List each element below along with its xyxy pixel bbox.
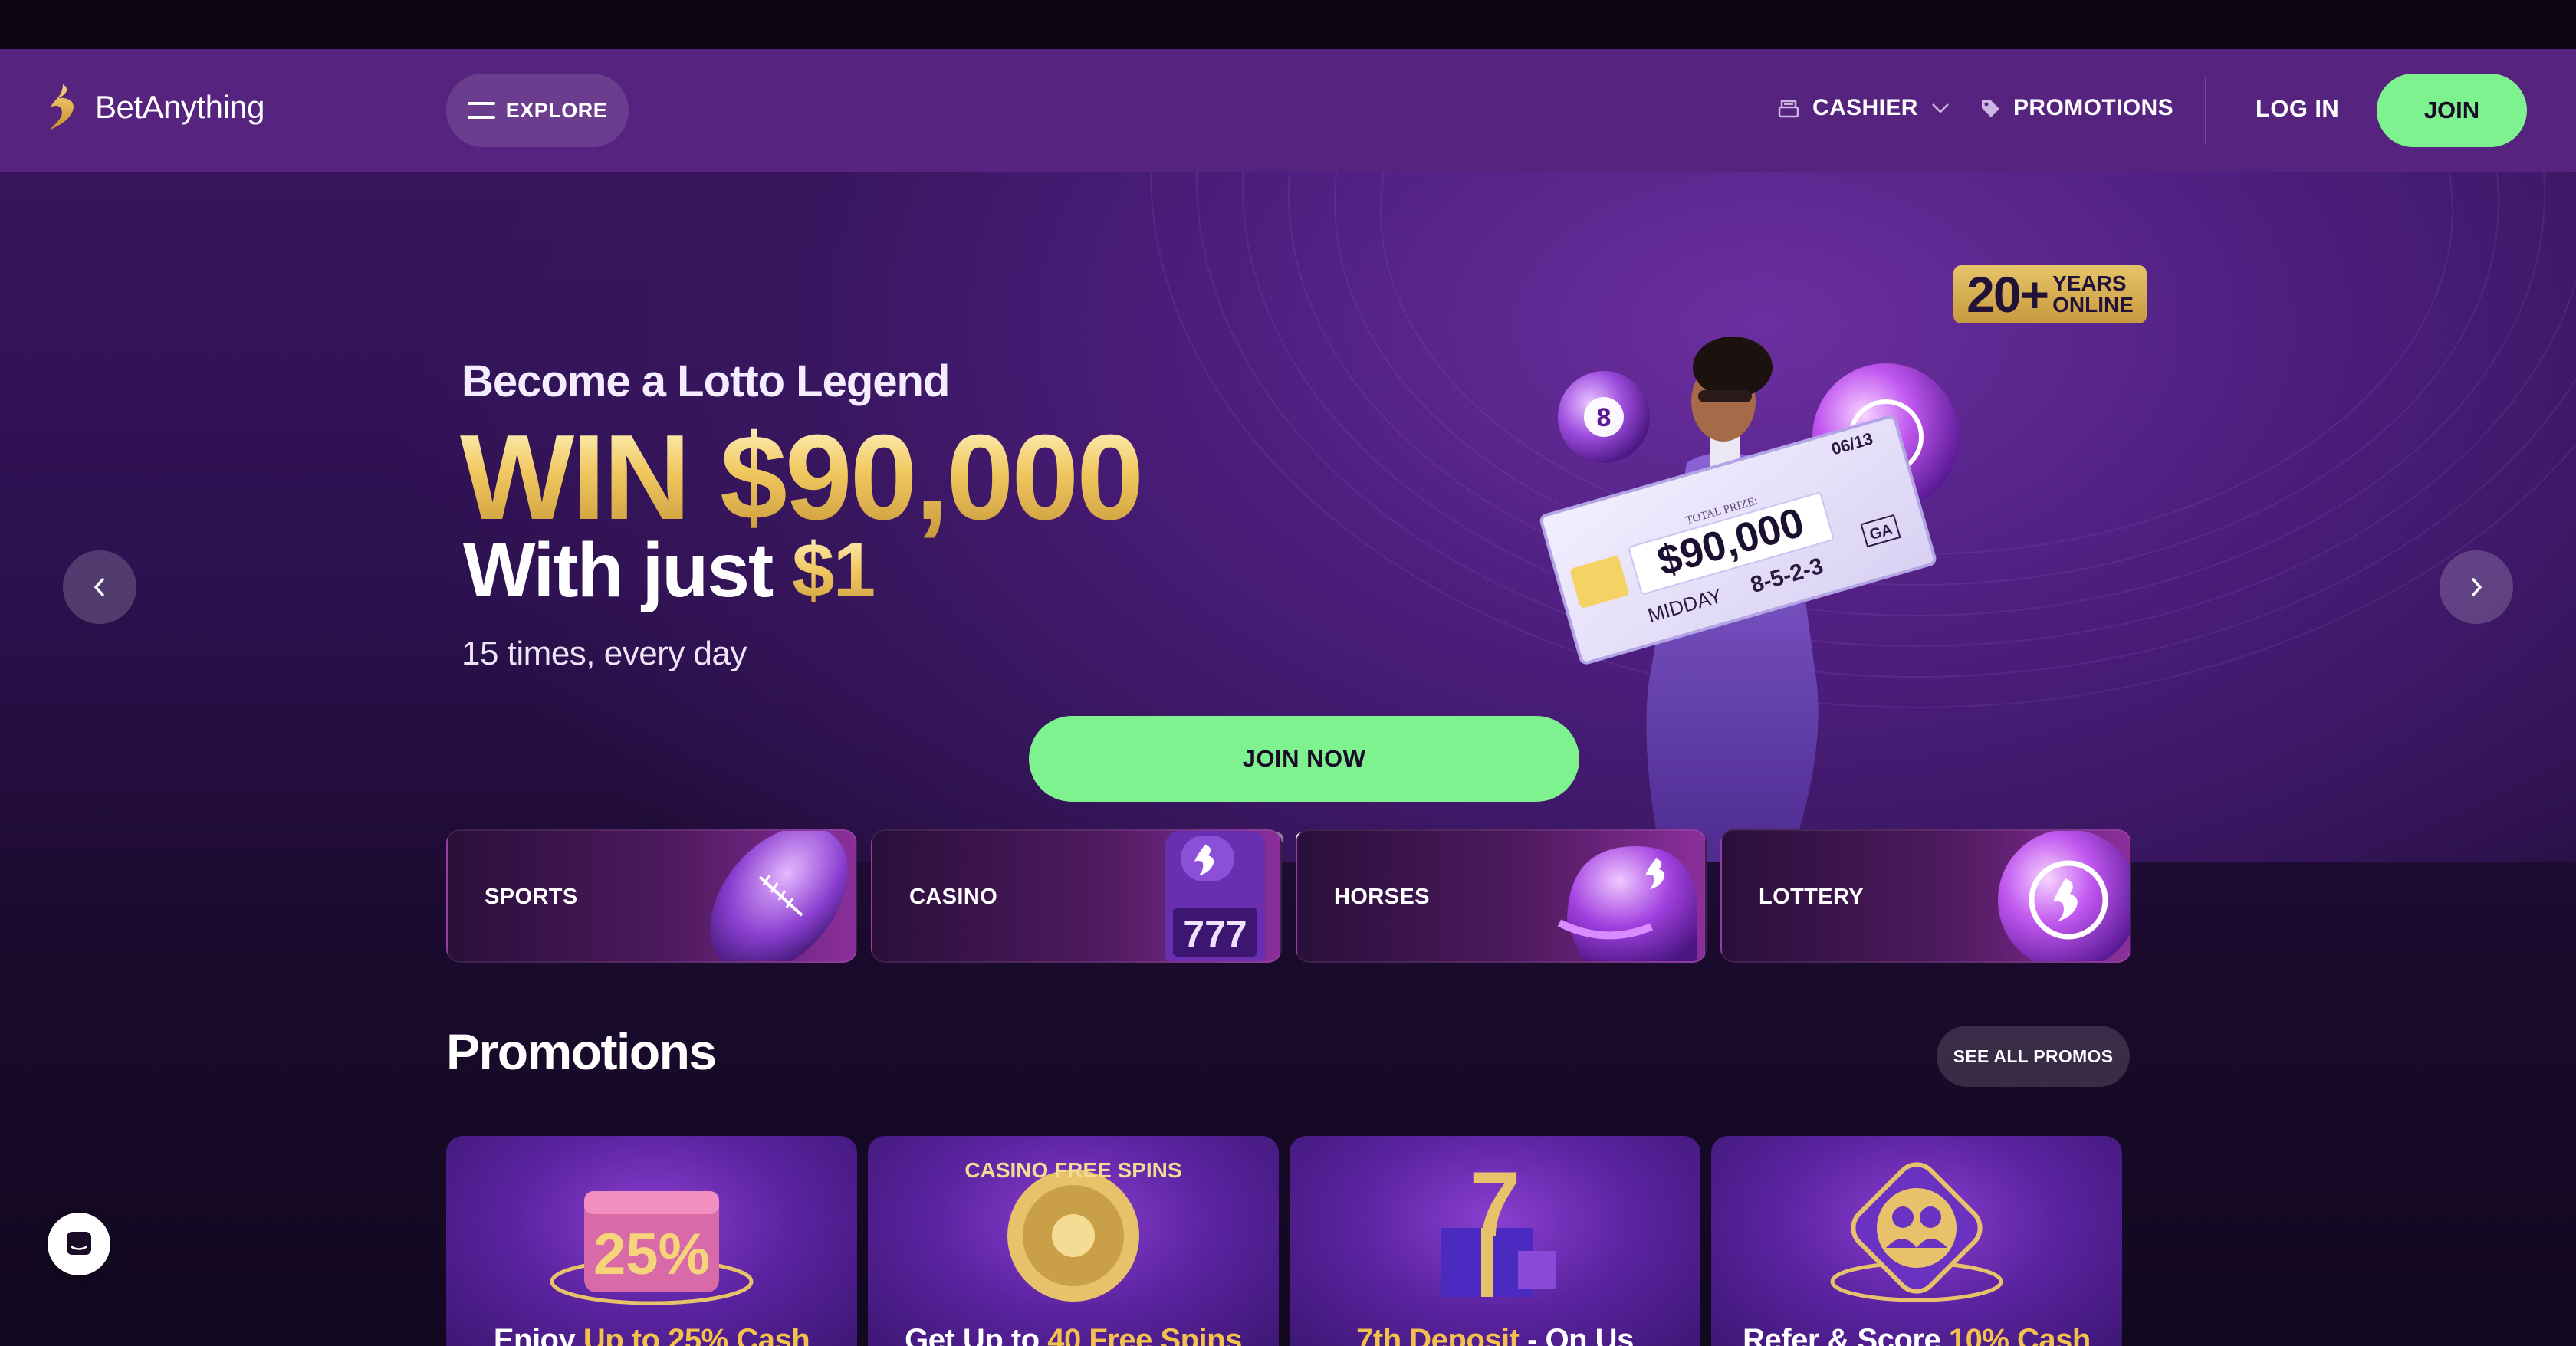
cashier-label: CASHIER <box>1812 95 1918 120</box>
hero-subtitle-amount: $1 <box>792 527 876 613</box>
carousel-next-button[interactable] <box>2440 550 2513 624</box>
svg-text:8: 8 <box>1597 403 1612 432</box>
hero-subtitle-prefix: With just <box>463 527 793 613</box>
promo-card-cashback[interactable]: 25% Enjoy Up to 25% Cash <box>446 1136 857 1346</box>
refer-friends-icon <box>1830 1162 2003 1302</box>
promo-caption: Enjoy Up to 25% Cash <box>493 1323 810 1346</box>
percent-gift-icon: 25% <box>550 1191 754 1305</box>
promo-card-7th-deposit[interactable]: 7 7th Deposit - On Us <box>1290 1136 1700 1346</box>
badge-line2: ONLINE <box>2052 293 2134 317</box>
category-row: SPORTS CASINO 777 HORSES LOTTERY <box>446 829 2131 963</box>
promo-art-text: 25% <box>593 1222 710 1287</box>
promo-caption: Refer & Score 10% Cash <box>1743 1323 2091 1346</box>
promo-art-text: CASINO FREE SPINS <box>964 1158 1181 1182</box>
chevron-down-icon <box>1931 103 1949 113</box>
promotions-link[interactable]: PROMOTIONS <box>1980 95 2174 121</box>
promo-caption: 7th Deposit - On Us <box>1356 1323 1634 1346</box>
years-online-badge: 20+ YEARS ONLINE <box>1953 265 2147 323</box>
explore-label: EXPLORE <box>505 98 608 122</box>
category-sports[interactable]: SPORTS <box>446 829 857 963</box>
promotions-row: 25% Enjoy Up to 25% Cash CASINO FREE SPI… <box>446 1136 2122 1346</box>
gift-box-seven-icon: 7 <box>1441 1153 1556 1297</box>
see-all-promos-button[interactable]: SEE ALL PROMOS <box>1937 1026 2130 1087</box>
category-label: CASINO <box>909 885 998 909</box>
chat-icon <box>67 1232 91 1255</box>
category-casino[interactable]: CASINO 777 <box>871 829 1282 963</box>
hamburger-icon <box>467 102 495 119</box>
badge-number: 20+ <box>1967 266 2049 323</box>
promotions-label: PROMOTIONS <box>2013 95 2174 120</box>
brand-name: BetAnything <box>95 89 265 125</box>
promo-caption: Get Up to 40 Free Spins <box>905 1323 1242 1346</box>
chevron-left-icon <box>94 578 104 596</box>
chevron-right-icon <box>2472 578 2482 596</box>
football-icon <box>710 831 848 961</box>
site-header: BetAnything EXPLORE CASHIER PROMOTIONS L… <box>0 49 2576 172</box>
category-lottery[interactable]: LOTTERY <box>1720 829 2131 963</box>
live-chat-button[interactable] <box>48 1213 110 1275</box>
hero-subtitle: With just $1 <box>463 532 876 609</box>
free-spins-wheel-icon: CASINO FREE SPINS <box>964 1158 1182 1302</box>
promo-card-free-spins[interactable]: CASINO FREE SPINS Get Up to 40 Free Spin… <box>868 1136 1279 1346</box>
svg-text:777: 777 <box>1183 913 1247 956</box>
promo-art-text: 7 <box>1470 1153 1521 1256</box>
hero-banner: Become a Lotto Legend WIN $90,000 With j… <box>0 172 2576 862</box>
join-button[interactable]: JOIN <box>2377 74 2527 147</box>
lottery-ball-icon <box>1998 831 2130 961</box>
tag-icon <box>1982 100 1999 117</box>
carousel-prev-button[interactable] <box>63 550 136 624</box>
category-label: SPORTS <box>485 885 578 909</box>
explore-menu-button[interactable]: EXPLORE <box>446 74 629 147</box>
promo-card-refer[interactable]: Refer & Score 10% Cash <box>1711 1136 2122 1346</box>
brand-logo[interactable]: BetAnything <box>48 83 265 132</box>
browser-top-bar <box>0 0 2576 49</box>
category-label: LOTTERY <box>1759 885 1865 909</box>
join-now-button[interactable]: JOIN NOW <box>1029 716 1579 802</box>
badge-line1: YEARS <box>2052 271 2127 295</box>
hero-note: 15 times, every day <box>462 635 748 672</box>
promotions-heading: Promotions <box>446 1023 717 1080</box>
jockey-helmet-icon <box>1557 846 1697 961</box>
cashier-menu[interactable]: CASHIER <box>1777 95 1950 121</box>
header-divider <box>2205 77 2206 144</box>
category-horses[interactable]: HORSES <box>1296 829 1707 963</box>
login-button[interactable]: LOG IN <box>2256 95 2339 123</box>
hero-eyebrow: Become a Lotto Legend <box>462 356 950 406</box>
page-frame: BetAnything EXPLORE CASHIER PROMOTIONS L… <box>0 49 2576 1346</box>
category-label: HORSES <box>1334 885 1430 909</box>
slot-machine-icon: 777 <box>1165 831 1265 961</box>
hero-title: WIN $90,000 <box>460 410 1144 545</box>
cashier-icon <box>1778 100 1799 118</box>
logo-icon <box>49 84 74 130</box>
